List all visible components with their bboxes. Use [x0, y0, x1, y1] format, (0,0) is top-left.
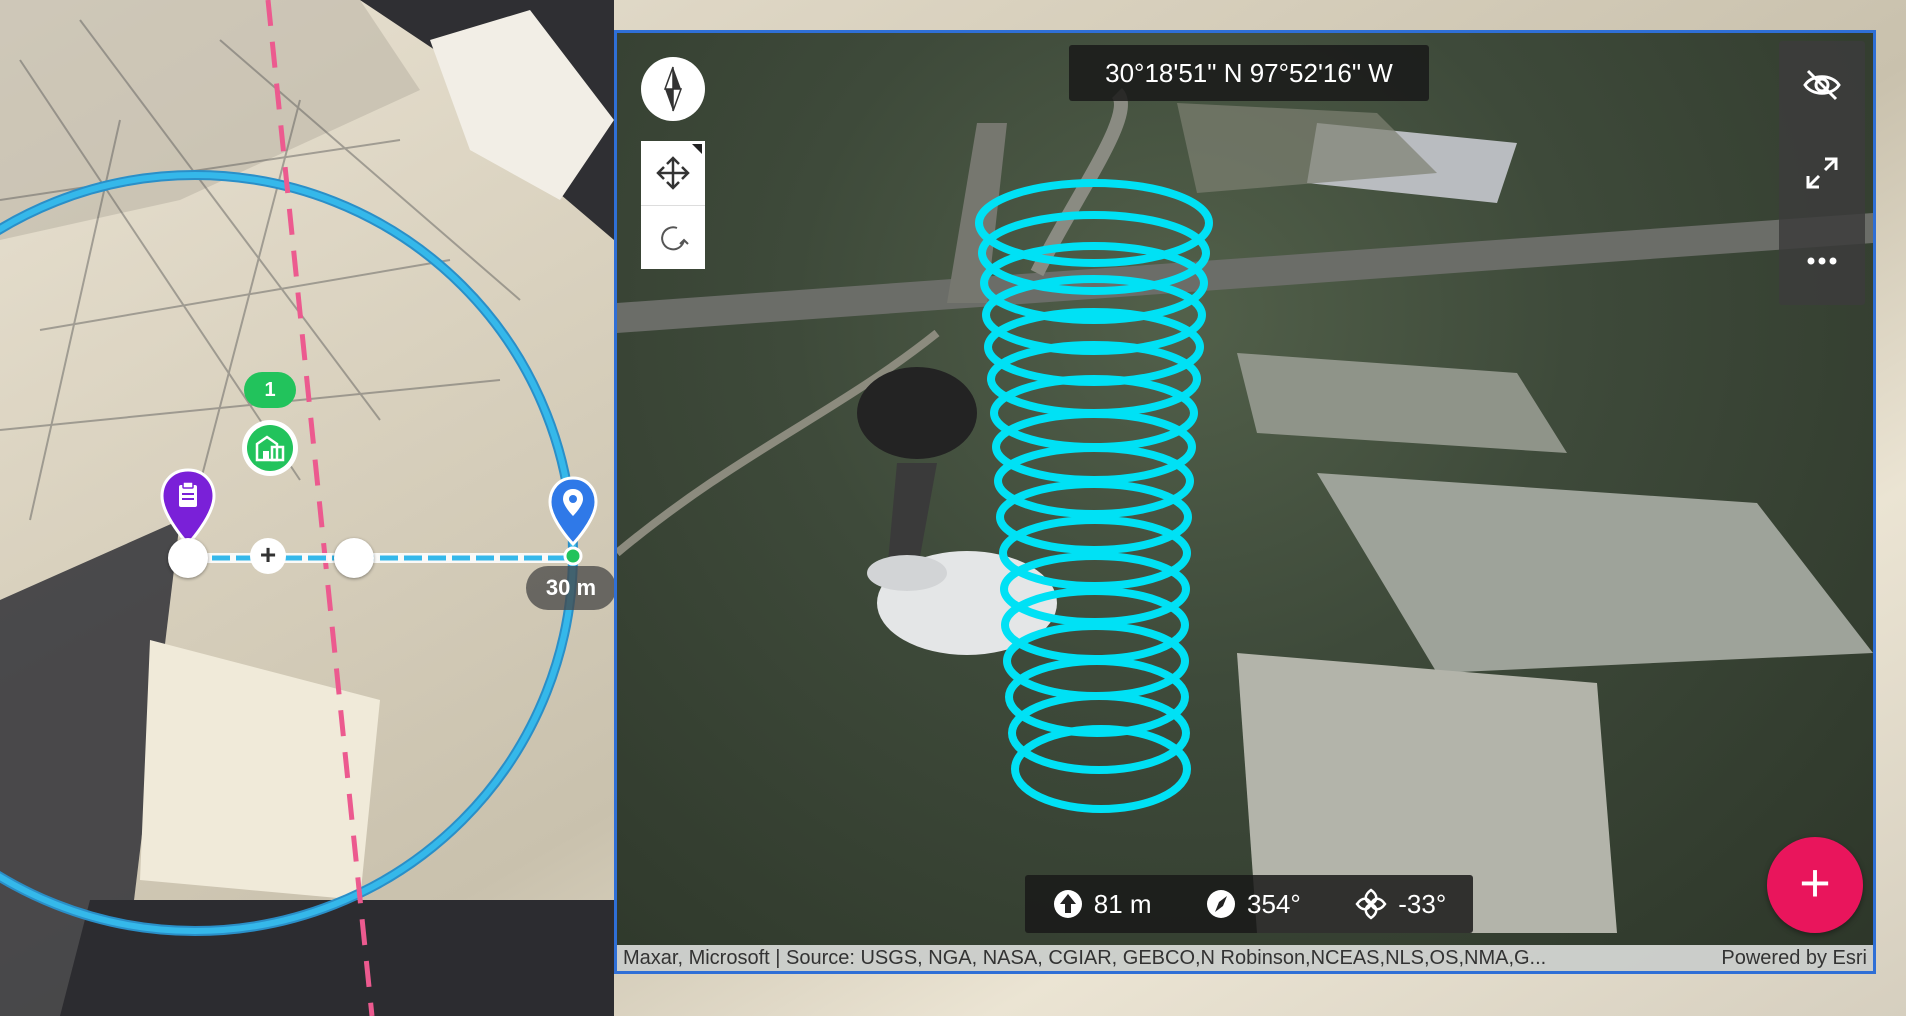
building-icon	[255, 435, 285, 462]
attribution-text: Maxar, Microsoft | Source: USGS, NGA, NA…	[623, 946, 1547, 969]
navigation-tools	[641, 141, 705, 269]
pan-icon	[656, 156, 690, 190]
home-location-marker[interactable]	[548, 476, 598, 566]
scene-3d-view[interactable]: 30°18'51" N 97°52'16" W 81 m 354° -33° +…	[614, 30, 1876, 974]
pitch-stat: -33°	[1354, 887, 1446, 921]
pan-tool-button[interactable]	[641, 141, 705, 206]
rotate-icon	[661, 226, 689, 251]
compass-icon	[663, 66, 683, 112]
more-options-button[interactable]	[1779, 217, 1865, 305]
cursor-coordinates: 30°18'51" N 97°52'16" W	[1069, 45, 1429, 101]
plus-icon: +	[259, 539, 277, 570]
add-button[interactable]: +	[1767, 837, 1863, 933]
pitch-value: -33°	[1398, 888, 1447, 919]
visibility-off-icon	[1803, 69, 1841, 101]
route-midpoint-handle[interactable]	[334, 538, 374, 578]
camera-stats-bar: 81 m 354° -33°	[1025, 875, 1473, 933]
rotate-tool-button[interactable]	[641, 206, 705, 270]
add-waypoint-button[interactable]: +	[250, 538, 286, 574]
add-icon: +	[1799, 853, 1831, 913]
heading-stat: 354°	[1205, 888, 1301, 920]
powered-by-link[interactable]: Powered by Esri	[1721, 947, 1867, 970]
fullscreen-icon	[1806, 157, 1838, 189]
waypoint-count-badge: 1	[244, 372, 296, 408]
map-attribution: Maxar, Microsoft | Source: USGS, NGA, NA…	[617, 945, 1873, 971]
clipboard-marker-icon	[179, 481, 197, 507]
toggle-visibility-button[interactable]	[1779, 41, 1865, 129]
view-tools	[1779, 41, 1865, 305]
altitude-icon	[1053, 890, 1082, 918]
flight-spiral-path	[975, 179, 1213, 813]
fullscreen-button[interactable]	[1779, 129, 1865, 217]
altitude-value: 81 m	[1093, 888, 1152, 919]
distance-label: 30 m	[526, 566, 616, 610]
building-poi-marker[interactable]	[242, 420, 298, 476]
route-start-handle[interactable]	[168, 538, 208, 578]
pitch-icon	[1355, 888, 1387, 920]
more-options-icon	[1807, 257, 1837, 265]
heading-icon	[1207, 890, 1236, 918]
altitude-stat: 81 m	[1052, 888, 1152, 920]
heading-value: 354°	[1247, 888, 1301, 919]
compass-button[interactable]	[641, 57, 705, 121]
scene-3d-imagery	[617, 88, 1873, 933]
